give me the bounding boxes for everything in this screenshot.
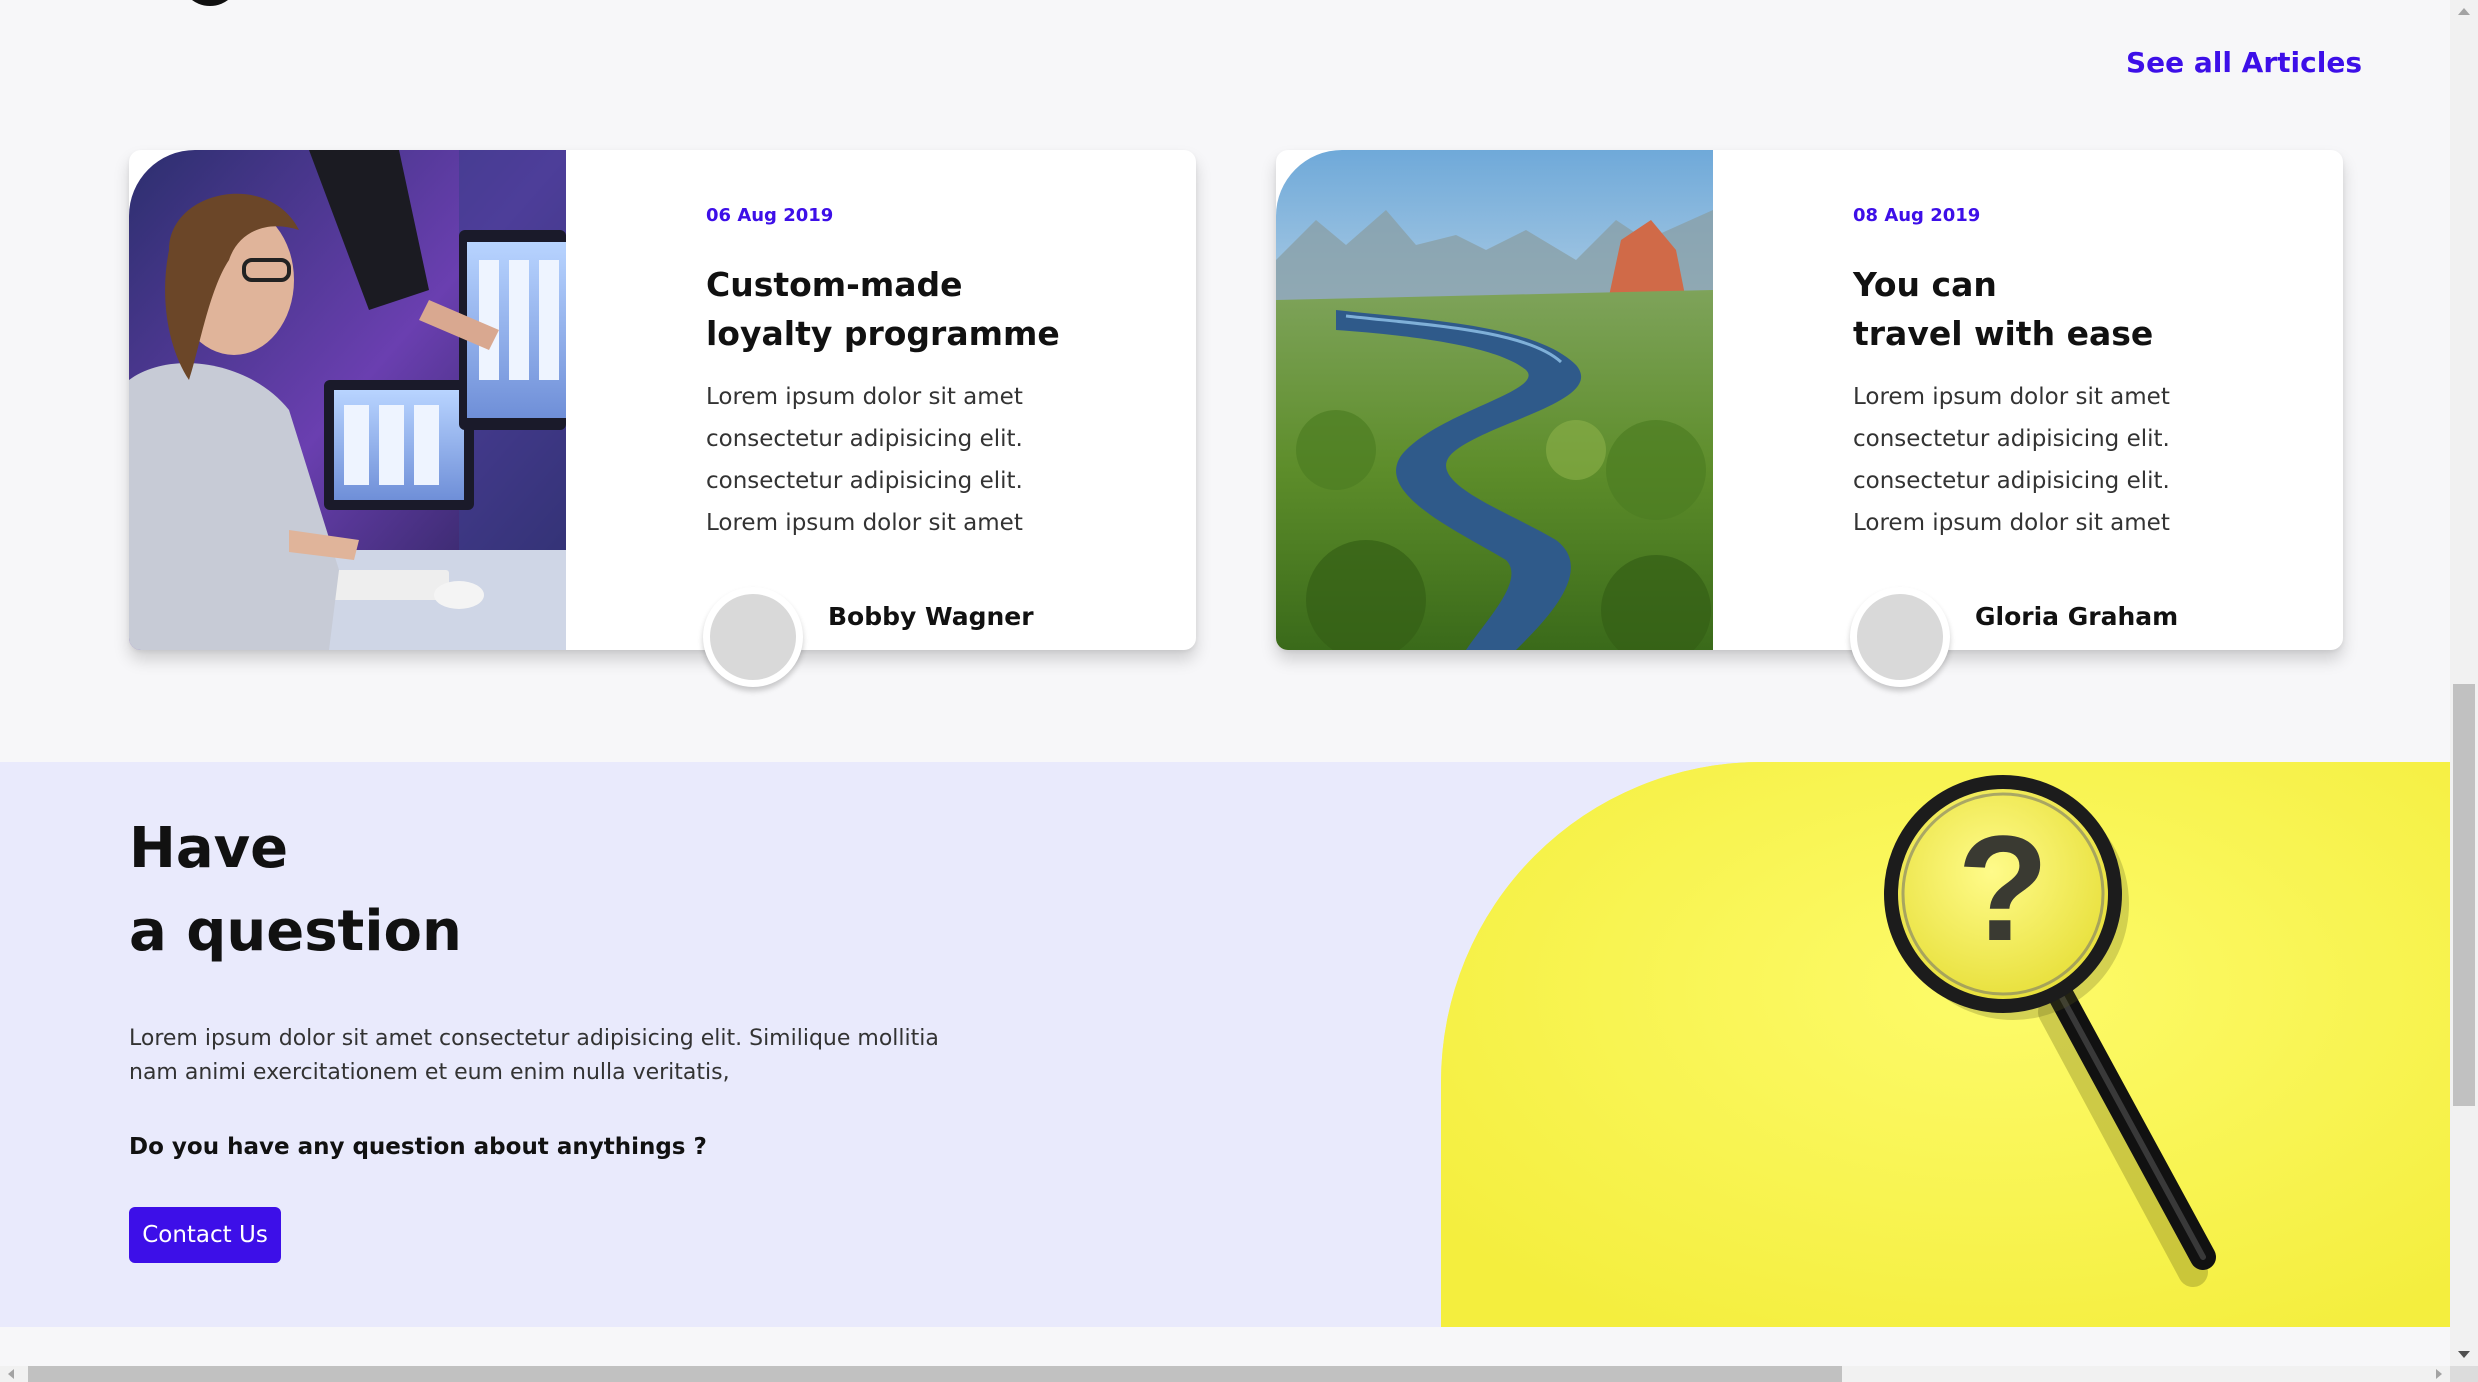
section-heading-fragment [180, 0, 260, 8]
article-excerpt: Lorem ipsum dolor sit amet consectetur a… [706, 376, 1146, 544]
excerpt-line: consectetur adipisicing elit. [1853, 468, 2170, 494]
author-name: Gloria Graham [1975, 602, 2179, 631]
article-excerpt: Lorem ipsum dolor sit amet consectetur a… [1853, 376, 2293, 544]
question-heading: Have a question [129, 807, 462, 973]
contact-us-button[interactable]: Contact Us [129, 1207, 281, 1263]
scrollbar-corner [2450, 1366, 2478, 1382]
designer-at-monitors-photo [129, 150, 566, 650]
vertical-scroll-thumb[interactable] [2453, 684, 2475, 1106]
card-content: 06 Aug 2019 Custom-made loyalty programm… [706, 205, 1146, 544]
article-card[interactable]: 06 Aug 2019 Custom-made loyalty programm… [129, 150, 1196, 687]
magnifying-glass-question-photo: ? [1441, 762, 2450, 1327]
article-card[interactable]: 08 Aug 2019 You can travel with ease Lor… [1276, 150, 2343, 687]
question-prompt: Do you have any question about anythings… [129, 1134, 707, 1160]
author-avatar [1850, 587, 1950, 687]
horizontal-scrollbar[interactable] [0, 1366, 2450, 1382]
article-date: 06 Aug 2019 [706, 205, 834, 226]
card-content: 08 Aug 2019 You can travel with ease Lor… [1853, 205, 2293, 544]
article-date: 08 Aug 2019 [1853, 205, 1981, 226]
excerpt-line: consectetur adipisicing elit. [706, 426, 1023, 452]
heading-line: Have [129, 816, 289, 881]
question-section: Have a question Lorem ipsum dolor sit am… [0, 762, 2450, 1327]
question-description: Lorem ipsum dolor sit amet consectetur a… [129, 1026, 939, 1085]
excerpt-line: Lorem ipsum dolor sit amet [1853, 510, 2170, 536]
svg-text:?: ? [1957, 804, 2049, 972]
scroll-right-arrow-icon[interactable] [2436, 1369, 2442, 1379]
horizontal-scroll-thumb[interactable] [28, 1366, 1842, 1382]
heading-line: a question [129, 899, 462, 964]
article-title[interactable]: You can travel with ease [1853, 260, 2293, 358]
river-landscape-photo [1276, 150, 1713, 650]
excerpt-line: Lorem ipsum dolor sit amet [706, 510, 1023, 536]
vertical-scrollbar[interactable] [2450, 0, 2478, 1366]
author-name: Bobby Wagner [828, 602, 1034, 631]
excerpt-line: Lorem ipsum dolor sit amet [706, 384, 1023, 410]
excerpt-line: consectetur adipisicing elit. [1853, 426, 2170, 452]
see-all-articles-link[interactable]: See all Articles [2126, 46, 2362, 79]
scroll-left-arrow-icon[interactable] [8, 1369, 14, 1379]
page: See all Articles 06 Aug 2019 Custom-made… [0, 0, 2450, 1366]
author-avatar [703, 587, 803, 687]
scroll-down-arrow-icon[interactable] [2458, 1351, 2470, 1358]
excerpt-line: consectetur adipisicing elit. [706, 468, 1023, 494]
article-title[interactable]: Custom-made loyalty programme [706, 260, 1146, 358]
scroll-up-arrow-icon[interactable] [2458, 8, 2470, 15]
excerpt-line: Lorem ipsum dolor sit amet [1853, 384, 2170, 410]
